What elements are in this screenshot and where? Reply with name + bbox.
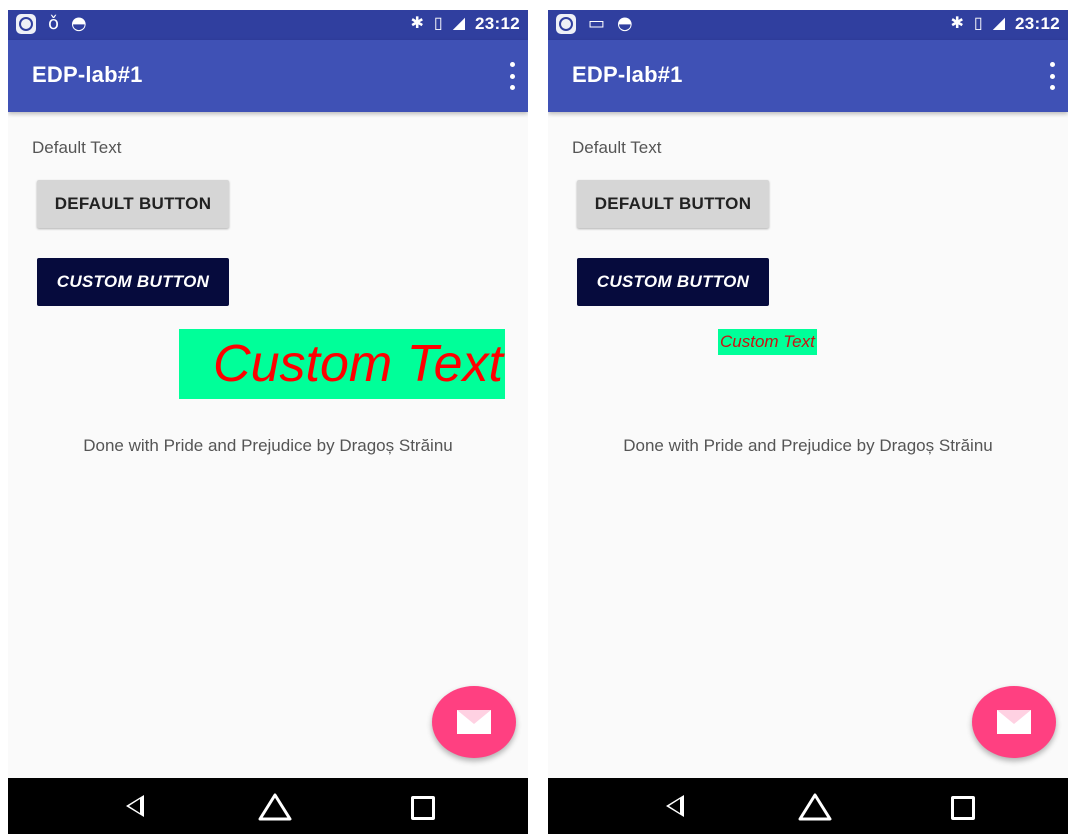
vibrate-icon: ▯ — [973, 15, 983, 32]
overflow-menu-icon[interactable] — [1042, 62, 1062, 90]
home-icon[interactable] — [257, 792, 293, 822]
app-title: EDP-lab#1 — [572, 62, 683, 87]
android-icon: ◓ — [71, 13, 87, 34]
clock: 23:12 — [475, 14, 520, 33]
email-icon — [997, 710, 1031, 734]
bulb-icon: ǒ — [48, 13, 60, 34]
image-icon: ▭ — [588, 13, 606, 34]
android-icon: ◓ — [617, 13, 633, 34]
footer-text: Done with Pride and Prejudice by Dragoș … — [623, 436, 993, 455]
app-bar: EDP-lab#1 — [8, 40, 528, 112]
navigation-bar — [8, 778, 528, 834]
back-icon[interactable] — [666, 795, 684, 817]
custom-button[interactable]: CUSTOM BUTTON — [37, 258, 229, 306]
email-fab-button[interactable] — [972, 686, 1056, 758]
custom-text: Custom Text — [718, 329, 817, 355]
app-icon — [16, 14, 36, 34]
default-text: Default Text — [572, 138, 662, 157]
signal-hplus-icon: ◢ — [452, 15, 466, 32]
default-text: Default Text — [32, 138, 122, 157]
footer-text: Done with Pride and Prejudice by Dragoș … — [83, 436, 453, 455]
phone-screen-right: ▭ ◓ ✱ ▯ ◢ 23:12 EDP-lab#1 Default Text D… — [548, 10, 1068, 834]
bluetooth-icon: ✱ — [410, 15, 424, 32]
signal-hplus-icon: ◢ — [992, 15, 1006, 32]
custom-button[interactable]: CUSTOM BUTTON — [577, 258, 769, 306]
status-bar: ▭ ◓ ✱ ▯ ◢ 23:12 — [548, 10, 1068, 40]
custom-text: Custom Text — [179, 329, 505, 399]
app-icon — [556, 14, 576, 34]
overflow-menu-icon[interactable] — [502, 62, 522, 90]
home-icon[interactable] — [797, 792, 833, 822]
back-icon[interactable] — [126, 795, 144, 817]
phone-screen-left: ǒ ◓ ✱ ▯ ◢ 23:12 EDP-lab#1 Default Text D… — [8, 10, 528, 834]
default-button[interactable]: DEFAULT BUTTON — [577, 180, 769, 228]
email-icon — [457, 710, 491, 734]
navigation-bar — [548, 778, 1068, 834]
app-bar: EDP-lab#1 — [548, 40, 1068, 112]
bluetooth-icon: ✱ — [950, 15, 964, 32]
vibrate-icon: ▯ — [433, 15, 443, 32]
clock: 23:12 — [1015, 14, 1060, 33]
recents-icon[interactable] — [411, 796, 435, 820]
status-bar: ǒ ◓ ✱ ▯ ◢ 23:12 — [8, 10, 528, 40]
email-fab-button[interactable] — [432, 686, 516, 758]
app-title: EDP-lab#1 — [32, 62, 143, 87]
default-button[interactable]: DEFAULT BUTTON — [37, 180, 229, 228]
recents-icon[interactable] — [951, 796, 975, 820]
